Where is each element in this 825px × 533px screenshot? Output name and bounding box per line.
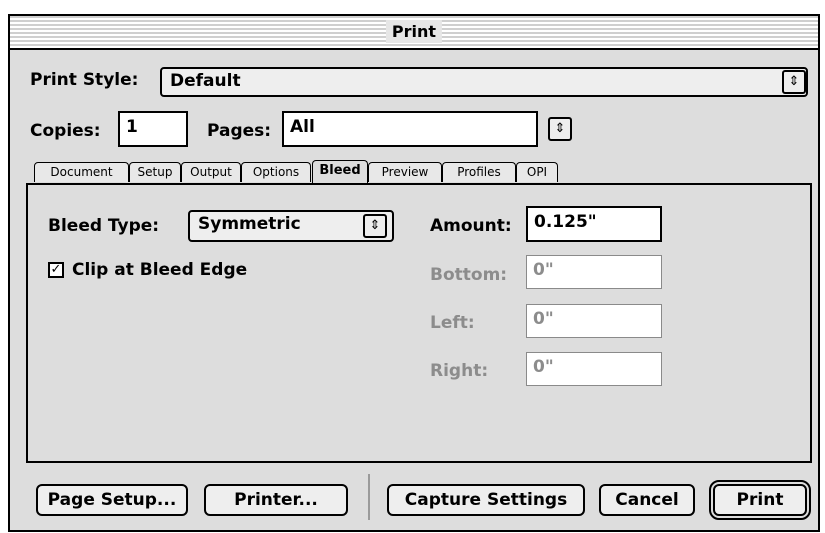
pages-field[interactable]: All xyxy=(282,111,538,147)
window-title: Print xyxy=(385,20,443,43)
print-style-value: Default xyxy=(170,71,241,91)
bottom-value: 0" xyxy=(533,260,554,280)
amount-value: 0.125" xyxy=(534,212,597,232)
pages-updown-icon[interactable]: ⇕ xyxy=(548,117,572,141)
bleed-type-label: Bleed Type: xyxy=(48,216,160,236)
tab-profiles[interactable]: Profiles xyxy=(442,162,516,182)
print-style-label: Print Style: xyxy=(30,70,139,90)
bottom-field: 0" xyxy=(526,255,662,289)
tab-setup[interactable]: Setup xyxy=(129,162,181,182)
right-field: 0" xyxy=(526,352,662,386)
tab-options[interactable]: Options xyxy=(241,162,311,182)
right-label: Right: xyxy=(430,361,489,381)
title-bar[interactable]: Print xyxy=(10,16,818,50)
tab-bleed[interactable]: Bleed xyxy=(312,160,368,184)
copies-value: 1 xyxy=(126,117,138,137)
button-divider xyxy=(368,474,370,520)
tab-opi[interactable]: OPI xyxy=(516,162,558,182)
pages-label: Pages: xyxy=(207,121,272,141)
copies-label: Copies: xyxy=(30,121,101,141)
right-value: 0" xyxy=(533,357,554,377)
print-button[interactable]: Print xyxy=(709,480,811,520)
bottom-label: Bottom: xyxy=(430,265,508,285)
clip-checkbox[interactable]: ✓ xyxy=(48,262,64,278)
updown-arrows-icon[interactable]: ⇕ xyxy=(782,70,806,94)
pages-value: All xyxy=(290,117,315,137)
printer-button[interactable]: Printer... xyxy=(204,484,348,516)
left-field: 0" xyxy=(526,304,662,338)
capture-settings-button[interactable]: Capture Settings xyxy=(387,484,585,516)
left-value: 0" xyxy=(533,309,554,329)
left-label: Left: xyxy=(430,313,475,333)
cancel-button[interactable]: Cancel xyxy=(599,484,695,516)
copies-field[interactable]: 1 xyxy=(118,111,188,147)
clip-label: Clip at Bleed Edge xyxy=(72,260,248,280)
amount-label: Amount: xyxy=(430,216,512,236)
bleed-type-value: Symmetric xyxy=(198,214,301,234)
print-style-popup[interactable]: Default xyxy=(160,67,808,97)
tab-preview[interactable]: Preview xyxy=(368,162,442,182)
bleed-type-updown-icon[interactable]: ⇕ xyxy=(363,214,387,238)
page-setup-button[interactable]: Page Setup... xyxy=(36,484,188,516)
amount-field[interactable]: 0.125" xyxy=(526,206,662,242)
tab-output[interactable]: Output xyxy=(181,162,241,182)
tab-document[interactable]: Document xyxy=(34,162,129,182)
